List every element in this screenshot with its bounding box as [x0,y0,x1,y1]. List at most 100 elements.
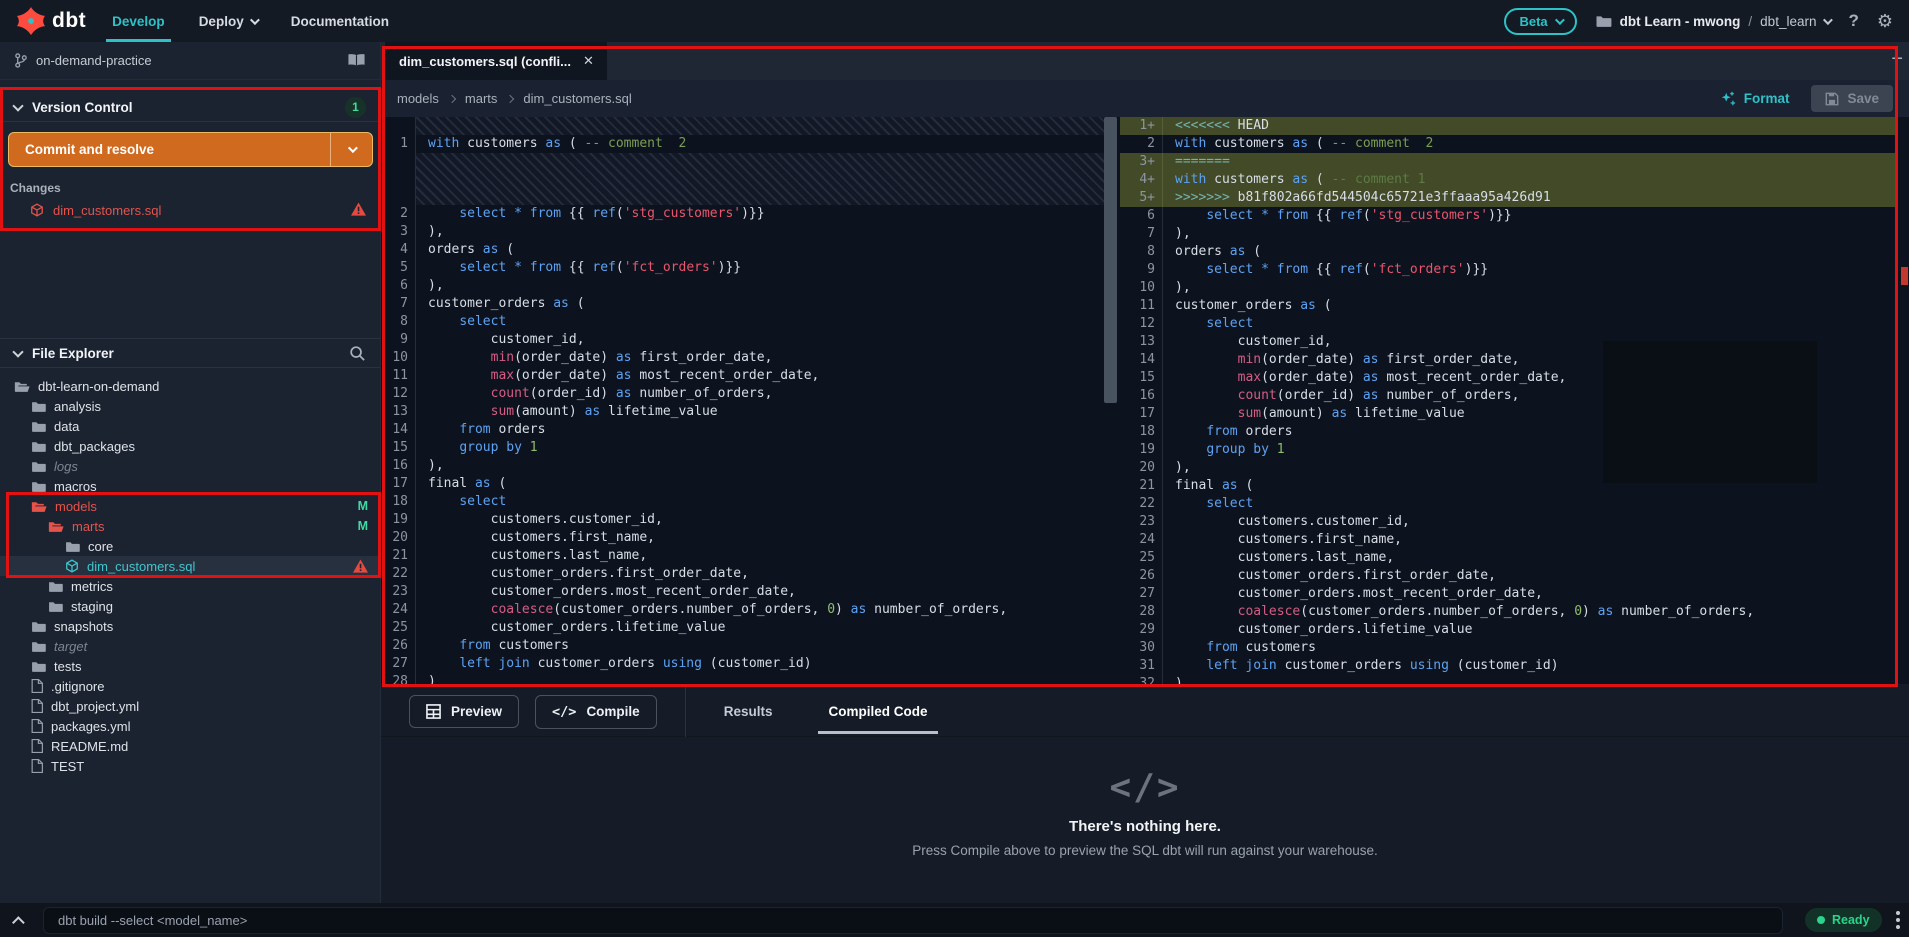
explorer-item-label: logs [54,458,78,474]
explorer-item--gitignore[interactable]: .gitignore [0,676,380,696]
divider [0,121,380,122]
code-line: 11 max(order_date) as most_recent_order_… [381,367,1104,385]
branch-selector[interactable]: on-demand-practice [0,42,380,80]
line-number: 1+ [1139,118,1155,133]
folder-icon [31,420,46,433]
line-number: 9 [400,332,408,347]
commit-and-resolve-button[interactable]: Commit and resolve [8,132,373,167]
chevron-right-icon [447,94,457,103]
line-number: 20 [1139,460,1155,475]
explorer-item-dbt-learn-on-demand[interactable]: dbt-learn-on-demand [0,376,380,396]
dbt-logo[interactable]: dbt [0,6,112,36]
code-line: 13 sum(amount) as lifetime_value [381,403,1104,421]
conflict-warning-icon [353,559,368,573]
beta-dropdown[interactable]: Beta [1504,7,1577,35]
save-button[interactable]: Save [1811,85,1893,112]
explorer-item-marts[interactable]: marts M [0,516,380,536]
preview-button[interactable]: Preview [409,695,520,728]
chevron-up-icon[interactable] [12,915,25,929]
line-number: 4 [400,242,408,257]
command-input[interactable] [43,906,1783,934]
explorer-item-label: .gitignore [51,678,105,694]
tab-results[interactable]: Results [714,687,783,737]
editor-actions: Format Save [1720,85,1893,112]
help-icon[interactable]: ? [1848,11,1858,31]
code-line: 31 left join customer_orders using (cust… [1120,657,1895,675]
save-floppy-icon [1826,92,1839,105]
explorer-item-snapshots[interactable]: snapshots [0,616,380,636]
code-line: 10), [1120,279,1895,297]
format-button[interactable]: Format [1720,91,1789,107]
explorer-item-metrics[interactable]: metrics [0,576,380,596]
explorer-item-macros[interactable]: macros [0,476,380,496]
line-number: 21 [1139,478,1155,493]
explorer-item-models[interactable]: models M [0,496,380,516]
explorer-item-tests[interactable]: tests [0,656,380,676]
kebab-menu-icon[interactable] [1895,911,1900,929]
code-line: 4+ with customers as ( -- comment 1 [1120,171,1895,189]
line-number: 12 [1139,316,1155,331]
nav-documentation[interactable]: Documentation [291,0,389,42]
explorer-item-staging[interactable]: staging [0,596,380,616]
explorer-item-readme-md[interactable]: README.md [0,736,380,756]
explorer-item-dbt-packages[interactable]: dbt_packages [0,436,380,456]
line-number: 18 [1139,424,1155,439]
file-icon [31,679,43,693]
changes-label: Changes [10,181,61,195]
account-breadcrumb: dbt Learn - mwong / dbt_learn [1595,14,1834,29]
explorer-item-core[interactable]: core [0,536,380,556]
code-line: 17 final as ( [381,475,1104,493]
breadcrumb-marts[interactable]: marts [465,91,498,106]
line-number: 28 [1139,604,1155,619]
explorer-item-packages-yml[interactable]: packages.yml [0,716,380,736]
code-editor-left[interactable]: 1 with customers as ( -- comment 2 2 selec… [381,117,1104,684]
code-line: 24 coalesce(customer_orders.number_of_or… [381,601,1104,619]
code-line: 20 customers.first_name, [381,529,1104,547]
search-icon[interactable] [349,345,366,362]
file-explorer-header[interactable]: File Explorer [0,338,380,368]
gear-icon[interactable]: ⚙ [1877,12,1893,30]
code-line: 2 with customers as ( -- comment 2 [1120,135,1895,153]
line-number: 8 [400,314,408,329]
code-icon: </> [552,703,577,720]
tab-compiled-code[interactable]: Compiled Code [818,687,938,737]
commit-options-dropdown[interactable] [330,133,372,166]
project-name[interactable]: dbt Learn - mwong [1620,14,1741,29]
explorer-item-dim-customers-sql[interactable]: dim_customers.sql [0,556,380,576]
chevron-down-icon [1823,14,1834,25]
changed-file-row[interactable]: dim_customers.sql [0,198,380,222]
version-control-header[interactable]: Version Control 1 [0,94,380,120]
grid-icon [426,704,441,719]
explorer-item-data[interactable]: data [0,416,380,436]
explorer-item-analysis[interactable]: analysis [0,396,380,416]
code-line: 28 coalesce(customer_orders.number_of_or… [1120,603,1895,621]
code-line: 12 count(order_id) as number_of_orders, [381,385,1104,403]
dbt-cloud-ide: dbt Develop Deploy Documentation Beta db… [0,0,1909,937]
explorer-item-test[interactable]: TEST [0,756,380,776]
close-icon[interactable]: ✕ [583,53,594,69]
folder-open-icon [48,520,64,533]
file-tree: dbt-learn-on-demand analysis data dbt_packa… [0,376,380,776]
code-line: 29 customer_orders.lifetime_value [1120,621,1895,639]
compile-button[interactable]: </> Compile [535,694,657,729]
explorer-item-logs[interactable]: logs [0,456,380,476]
navbar-right: Beta dbt Learn - mwong / dbt_learn ? ⚙ [1504,7,1909,35]
tab-dim-customers[interactable]: dim_customers.sql (confli... ✕ [385,42,607,80]
nav-develop[interactable]: Develop [106,0,171,42]
breadcrumb-models[interactable]: models [397,91,439,106]
new-tab-button[interactable]: + [1891,48,1903,71]
explorer-item-dbt-project-yml[interactable]: dbt_project.yml [0,696,380,716]
explorer-item-target[interactable]: target [0,636,380,656]
left-pane-scrollbar[interactable] [1104,117,1117,403]
line-number: 12 [392,386,408,401]
book-icon[interactable] [347,53,366,68]
line-number: 24 [1139,532,1155,547]
explorer-item-label: README.md [51,738,129,754]
breadcrumb-file[interactable]: dim_customers.sql [523,91,631,106]
folder-icon [48,580,63,593]
folder-icon [31,480,46,493]
line-number: 1 [400,136,408,151]
environment-dropdown[interactable]: dbt_learn [1760,14,1834,29]
code-line: 19 customers.customer_id, [381,511,1104,529]
nav-deploy[interactable]: Deploy [199,0,260,42]
